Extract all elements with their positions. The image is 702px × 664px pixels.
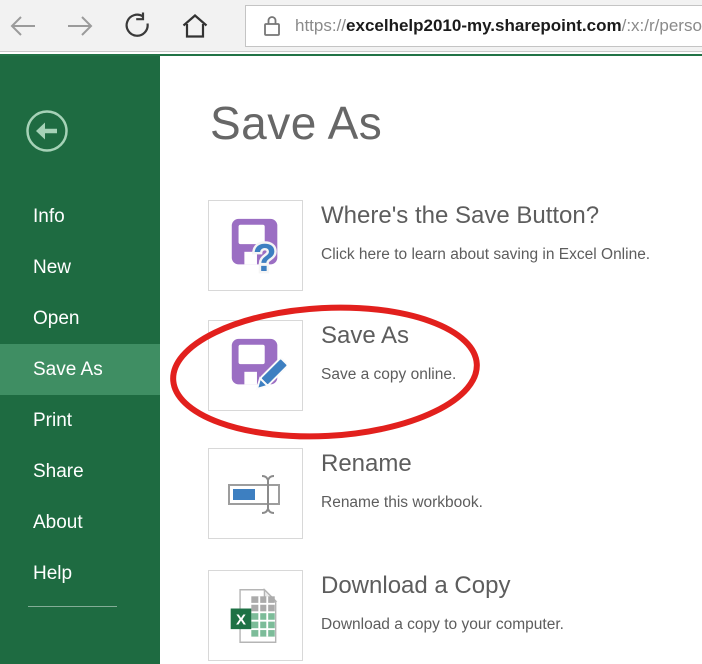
sidebar-item-save-as[interactable]: Save As <box>0 344 160 395</box>
option-text: Save As Save a copy online. <box>321 320 456 411</box>
home-icon <box>182 14 208 38</box>
refresh-icon <box>125 12 149 37</box>
address-bar[interactable]: https://excelhelp2010-my.sharepoint.com/… <box>245 5 702 47</box>
option-icon-box: X <box>208 570 303 661</box>
sidebar-divider <box>28 606 117 607</box>
backstage-back-button[interactable] <box>25 109 69 153</box>
sidebar-item-new[interactable]: New <box>0 242 160 293</box>
url-path: /:x:/r/persona <box>621 16 702 35</box>
url-text: https://excelhelp2010-my.sharepoint.com/… <box>295 16 702 36</box>
option-rename[interactable]: Rename Rename this workbook. <box>208 448 483 539</box>
option-title: Rename <box>321 450 412 477</box>
option-title: Save As <box>321 322 410 349</box>
option-text: Where's the Save Button? Click here to l… <box>321 200 650 291</box>
url-scheme: https:// <box>295 16 347 35</box>
option-icon-box <box>208 320 303 411</box>
floppy-pencil-icon <box>231 338 287 390</box>
option-icon-box: ? <box>208 200 303 291</box>
option-wheres-the-save-button[interactable]: ? Where's the Save Button? Click here to… <box>208 200 650 291</box>
option-save-as[interactable]: Save As Save a copy online. <box>208 320 456 411</box>
option-subtitle: Rename this workbook. <box>321 494 483 511</box>
lock-icon <box>262 14 282 38</box>
backstage-sidebar: Info New Open Save As Print Share About … <box>0 56 160 664</box>
browser-home-button[interactable] <box>178 10 212 42</box>
forward-arrow-icon <box>68 16 93 36</box>
browser-refresh-button[interactable] <box>120 10 154 42</box>
option-download-a-copy[interactable]: X Download a Copy Download a copy to you… <box>208 570 564 661</box>
back-arrow-icon <box>10 16 35 36</box>
sidebar-item-about[interactable]: About <box>0 497 160 548</box>
excel-online-backstage-window: https://excelhelp2010-my.sharepoint.com/… <box>0 0 702 664</box>
url-domain: excelhelp2010-my.sharepoint.com <box>346 16 622 35</box>
browser-forward-button[interactable] <box>63 10 97 42</box>
excel-workbook-icon: X <box>230 587 277 643</box>
svg-text:?: ? <box>252 237 276 277</box>
option-text: Rename Rename this workbook. <box>321 448 483 539</box>
browser-toolbar: https://excelhelp2010-my.sharepoint.com/… <box>0 0 702 52</box>
sidebar-item-print[interactable]: Print <box>0 395 160 446</box>
page-title: Save As <box>210 97 383 149</box>
option-icon-box <box>208 448 303 539</box>
rename-icon <box>227 474 280 514</box>
backstage-main: Save As ? Where's the Save Button? Click… <box>160 56 702 664</box>
svg-text:X: X <box>235 611 245 628</box>
browser-back-button[interactable] <box>6 10 40 42</box>
back-circle-icon <box>26 110 68 152</box>
option-subtitle: Save a copy online. <box>321 366 457 383</box>
sidebar-item-open[interactable]: Open <box>0 293 160 344</box>
floppy-question-icon: ? <box>231 218 278 277</box>
option-text: Download a Copy Download a copy to your … <box>321 570 564 661</box>
option-subtitle: Download a copy to your computer. <box>321 616 564 633</box>
sidebar-item-share[interactable]: Share <box>0 446 160 497</box>
backstage-menu: Info New Open Save As Print Share About … <box>0 191 160 599</box>
backstage: Info New Open Save As Print Share About … <box>0 56 702 664</box>
option-title: Where's the Save Button? <box>321 202 600 229</box>
sidebar-item-info[interactable]: Info <box>0 191 160 242</box>
option-title: Download a Copy <box>321 572 511 599</box>
sidebar-item-help[interactable]: Help <box>0 548 160 599</box>
option-subtitle: Click here to learn about saving in Exce… <box>321 246 651 263</box>
